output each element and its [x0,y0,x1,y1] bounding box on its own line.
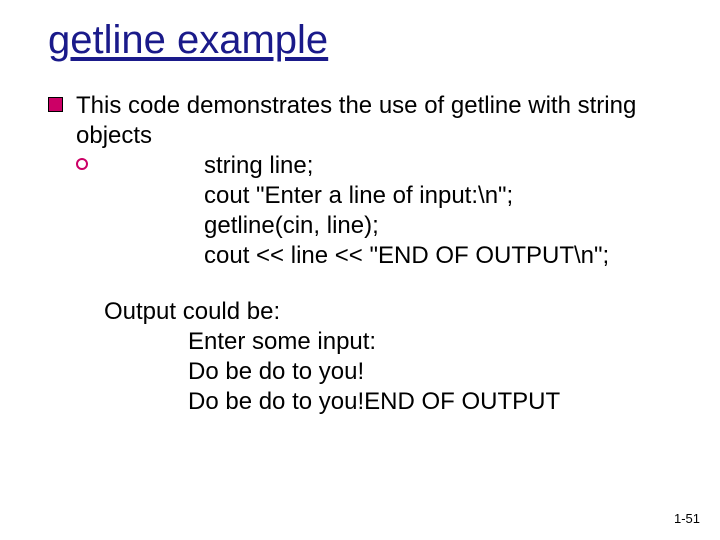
circle-bullet-icon [76,158,88,170]
page-number: 1-51 [674,511,700,526]
square-bullet-icon [48,97,63,112]
code-line: cout "Enter a line of input:\n"; [204,181,696,211]
bullet-level2: string line; cout "Enter a line of input… [48,151,696,271]
code-line: getline(cin, line); [204,211,696,241]
bullet-text: This code demonstrates the use of getlin… [76,92,636,149]
slide: getline example This code demonstrates t… [0,0,720,540]
code-line: cout << line << "END OF OUTPUT\n"; [204,241,696,271]
slide-title: getline example [48,18,696,63]
output-line: Do be do to you! [188,357,696,387]
body-content: This code demonstrates the use of getlin… [48,91,696,417]
output-line: Do be do to you!END OF OUTPUT [188,387,696,417]
output-line: Enter some input: [188,327,696,357]
output-block: Enter some input: Do be do to you! Do be… [188,327,696,417]
bullet-level1: This code demonstrates the use of getlin… [48,91,696,151]
output-heading: Output could be: [104,297,696,327]
code-line: string line; [204,151,696,181]
code-block: string line; cout "Enter a line of input… [204,151,696,271]
